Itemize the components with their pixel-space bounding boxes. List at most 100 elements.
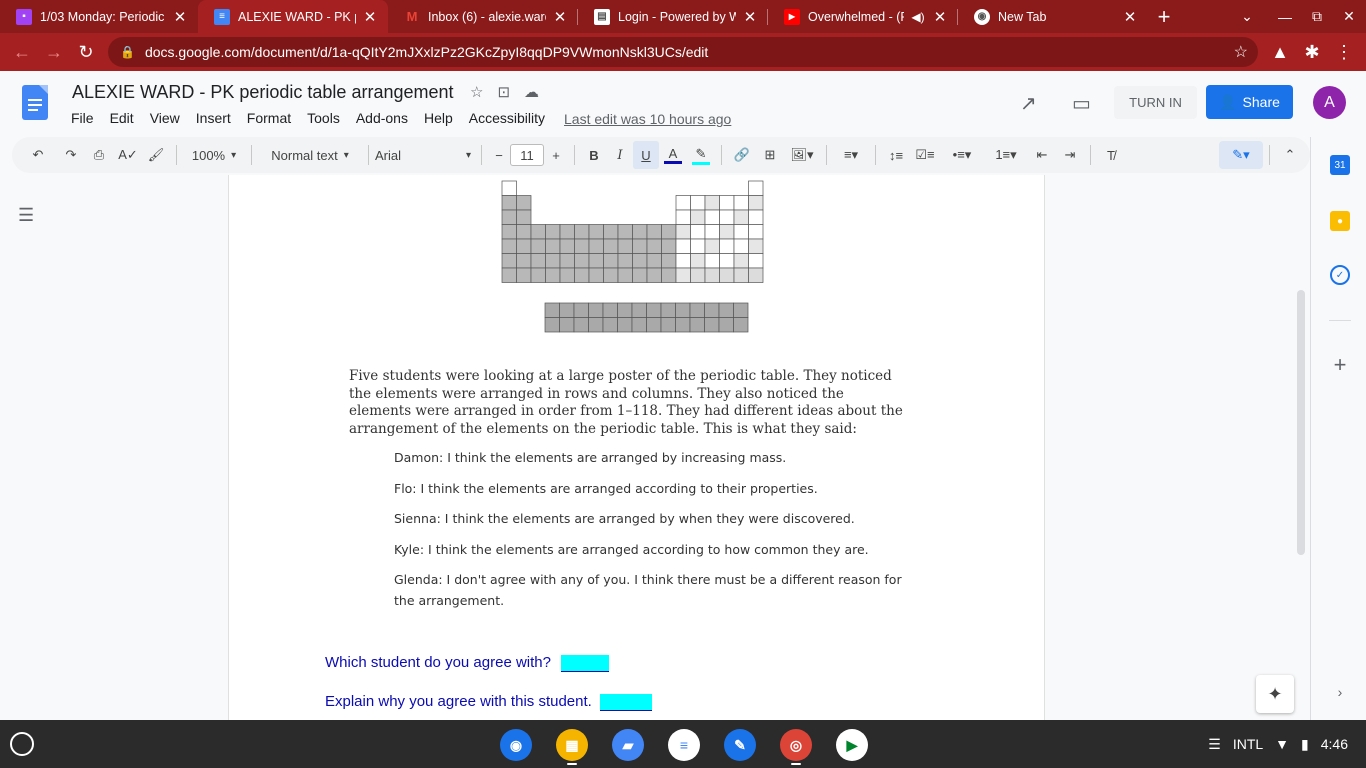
numbered-list-icon[interactable]: 1≡▾ <box>984 141 1028 169</box>
move-folder-icon[interactable]: ⊡ <box>497 83 510 101</box>
status-tray[interactable]: ☰ INTL ▼ ▮ 4:46 <box>1208 720 1348 768</box>
menu-addons[interactable]: Add-ons <box>356 110 408 126</box>
add-comment-icon[interactable]: ⊞ <box>756 141 784 169</box>
drive-extension-icon[interactable]: ▲ <box>1264 36 1296 68</box>
close-icon[interactable]: ✕ <box>932 8 948 26</box>
redo-icon[interactable]: ↷ <box>58 141 84 169</box>
chrome-app-icon[interactable]: ◎ <box>780 729 812 761</box>
close-icon[interactable]: ✕ <box>172 8 188 26</box>
checklist-icon[interactable]: ☑≡ <box>910 141 940 169</box>
close-icon[interactable]: ✕ <box>1122 8 1138 26</box>
increase-font-icon[interactable]: + <box>544 141 568 169</box>
style-select[interactable]: Normal text <box>258 141 362 169</box>
italic-icon[interactable]: I <box>607 141 633 169</box>
reload-icon[interactable]: ↻ <box>70 36 102 68</box>
paint-format-icon[interactable]: 🖌 <box>142 141 170 169</box>
close-icon[interactable]: ✕ <box>742 8 758 26</box>
increase-indent-icon[interactable]: ⇥ <box>1056 141 1084 169</box>
bulleted-list-icon[interactable]: •≡▾ <box>940 141 984 169</box>
meet-app-icon[interactable]: ▶ <box>836 729 868 761</box>
answer-field-2[interactable] <box>600 693 652 711</box>
comments-icon[interactable]: ▭ <box>1072 91 1091 116</box>
document-outline-icon[interactable]: ☰ <box>18 205 34 226</box>
underline-icon[interactable]: U <box>633 141 659 169</box>
files-app-icon[interactable]: ▰ <box>612 729 644 761</box>
new-tab-button[interactable]: + <box>1148 0 1180 33</box>
classroom-app-icon[interactable]: ▦ <box>556 729 588 761</box>
calendar-icon[interactable]: 31 <box>1330 155 1350 175</box>
menu-tools[interactable]: Tools <box>307 110 340 126</box>
menu-format[interactable]: Format <box>247 110 291 126</box>
menu-accessibility[interactable]: Accessibility <box>469 110 545 126</box>
browser-tab[interactable]: ▪ 1/03 Monday: Periodic ✕ <box>0 0 198 33</box>
editing-mode-icon[interactable]: ✎▾ <box>1219 141 1263 169</box>
explore-button[interactable]: ✦ <box>1256 675 1294 713</box>
canvas-app-icon[interactable]: ✎ <box>724 729 756 761</box>
font-size-input[interactable]: 11 <box>510 144 544 166</box>
menu-icon[interactable]: ⋮ <box>1328 36 1360 68</box>
close-icon[interactable]: ✕ <box>552 8 568 26</box>
tab-search-icon[interactable]: ⌄ <box>1230 0 1264 33</box>
undo-icon[interactable]: ↶ <box>18 141 58 169</box>
star-icon[interactable]: ☆ <box>470 83 483 101</box>
menu-edit[interactable]: Edit <box>110 110 134 126</box>
document-page[interactable]: Five students were looking at a large po… <box>228 175 1045 720</box>
turn-in-button[interactable]: TURN IN <box>1114 86 1197 119</box>
insert-image-icon[interactable]: 🖼▾ <box>784 141 820 169</box>
align-icon[interactable]: ≡▾ <box>833 141 869 169</box>
close-icon[interactable]: ✕ <box>362 8 378 26</box>
clock[interactable]: 4:46 <box>1321 736 1348 752</box>
decrease-indent-icon[interactable]: ⇤ <box>1028 141 1056 169</box>
camera-app-icon[interactable]: ◉ <box>500 729 532 761</box>
decrease-font-icon[interactable]: − <box>488 141 510 169</box>
periodic-table-image[interactable] <box>229 175 1046 345</box>
ime-indicator[interactable]: INTL <box>1233 736 1263 752</box>
line-spacing-icon[interactable]: ↕≡ <box>882 141 910 169</box>
bold-icon[interactable]: B <box>581 141 607 169</box>
last-edit-link[interactable]: Last edit was 10 hours ago <box>564 111 731 127</box>
link-icon[interactable]: 🔗 <box>728 141 756 169</box>
restore-button[interactable]: ⧉ <box>1300 0 1334 33</box>
browser-tab[interactable]: ◉ New Tab ✕ <box>958 0 1148 33</box>
spellcheck-icon[interactable]: A✓ <box>114 141 142 169</box>
launcher-icon[interactable] <box>10 732 34 756</box>
collapse-menus-icon[interactable]: ⌃ <box>1276 141 1304 169</box>
menu-help[interactable]: Help <box>424 110 453 126</box>
zoom-select[interactable]: 100% <box>183 141 245 169</box>
keep-icon[interactable]: ● <box>1330 211 1350 231</box>
browser-tab[interactable]: ▶ Overwhelmed - (Ry ◀) ✕ <box>768 0 958 33</box>
document-title[interactable]: ALEXIE WARD - PK periodic table arrangem… <box>72 82 454 103</box>
browser-tab-active[interactable]: ≡ ALEXIE WARD - PK peri ✕ <box>198 0 388 33</box>
text-color-icon[interactable]: A <box>659 141 687 169</box>
menu-file[interactable]: File <box>71 110 94 126</box>
font-select[interactable]: Arial ▾ <box>375 141 475 169</box>
answer-field-1[interactable] <box>561 654 610 672</box>
lock-icon[interactable]: 🔒 <box>120 45 135 59</box>
scrollbar[interactable] <box>1297 290 1305 555</box>
show-side-panel-icon[interactable]: › <box>1330 682 1350 702</box>
clear-formatting-icon[interactable]: T̸ <box>1097 141 1125 169</box>
minimize-button[interactable]: — <box>1268 0 1302 33</box>
avatar[interactable]: A <box>1313 86 1346 119</box>
tasks-icon[interactable]: ✓ <box>1330 265 1350 285</box>
browser-tab[interactable]: ▤ Login - Powered by WS ✕ <box>578 0 768 33</box>
menu-insert[interactable]: Insert <box>196 110 231 126</box>
docs-logo-icon[interactable] <box>22 85 48 120</box>
forward-icon[interactable]: → <box>38 36 70 68</box>
close-window-button[interactable]: ✕ <box>1332 0 1366 33</box>
print-icon[interactable]: ⎙ <box>84 141 114 169</box>
menu-view[interactable]: View <box>150 110 180 126</box>
bookmark-star-icon[interactable]: ☆ <box>1234 42 1248 62</box>
cloud-status-icon[interactable]: ☁ <box>524 83 539 101</box>
back-icon[interactable]: ← <box>6 36 38 68</box>
add-addon-icon[interactable]: + <box>1330 352 1350 377</box>
docs-app-icon[interactable]: ≡ <box>668 729 700 761</box>
address-bar[interactable]: 🔒 docs.google.com/document/d/1a-qQItY2mJ… <box>108 37 1258 67</box>
extensions-icon[interactable]: ✱ <box>1296 36 1328 68</box>
activity-trend-icon[interactable]: ↗ <box>1020 91 1037 116</box>
share-button[interactable]: 👤 Share <box>1206 85 1293 119</box>
browser-tab[interactable]: M Inbox (6) - alexie.ward@ ✕ <box>388 0 578 33</box>
speaker-icon[interactable]: ◀) <box>910 10 926 24</box>
clipboard-icon[interactable]: ☰ <box>1208 736 1221 753</box>
highlight-color-icon[interactable]: ✎ <box>687 141 715 169</box>
